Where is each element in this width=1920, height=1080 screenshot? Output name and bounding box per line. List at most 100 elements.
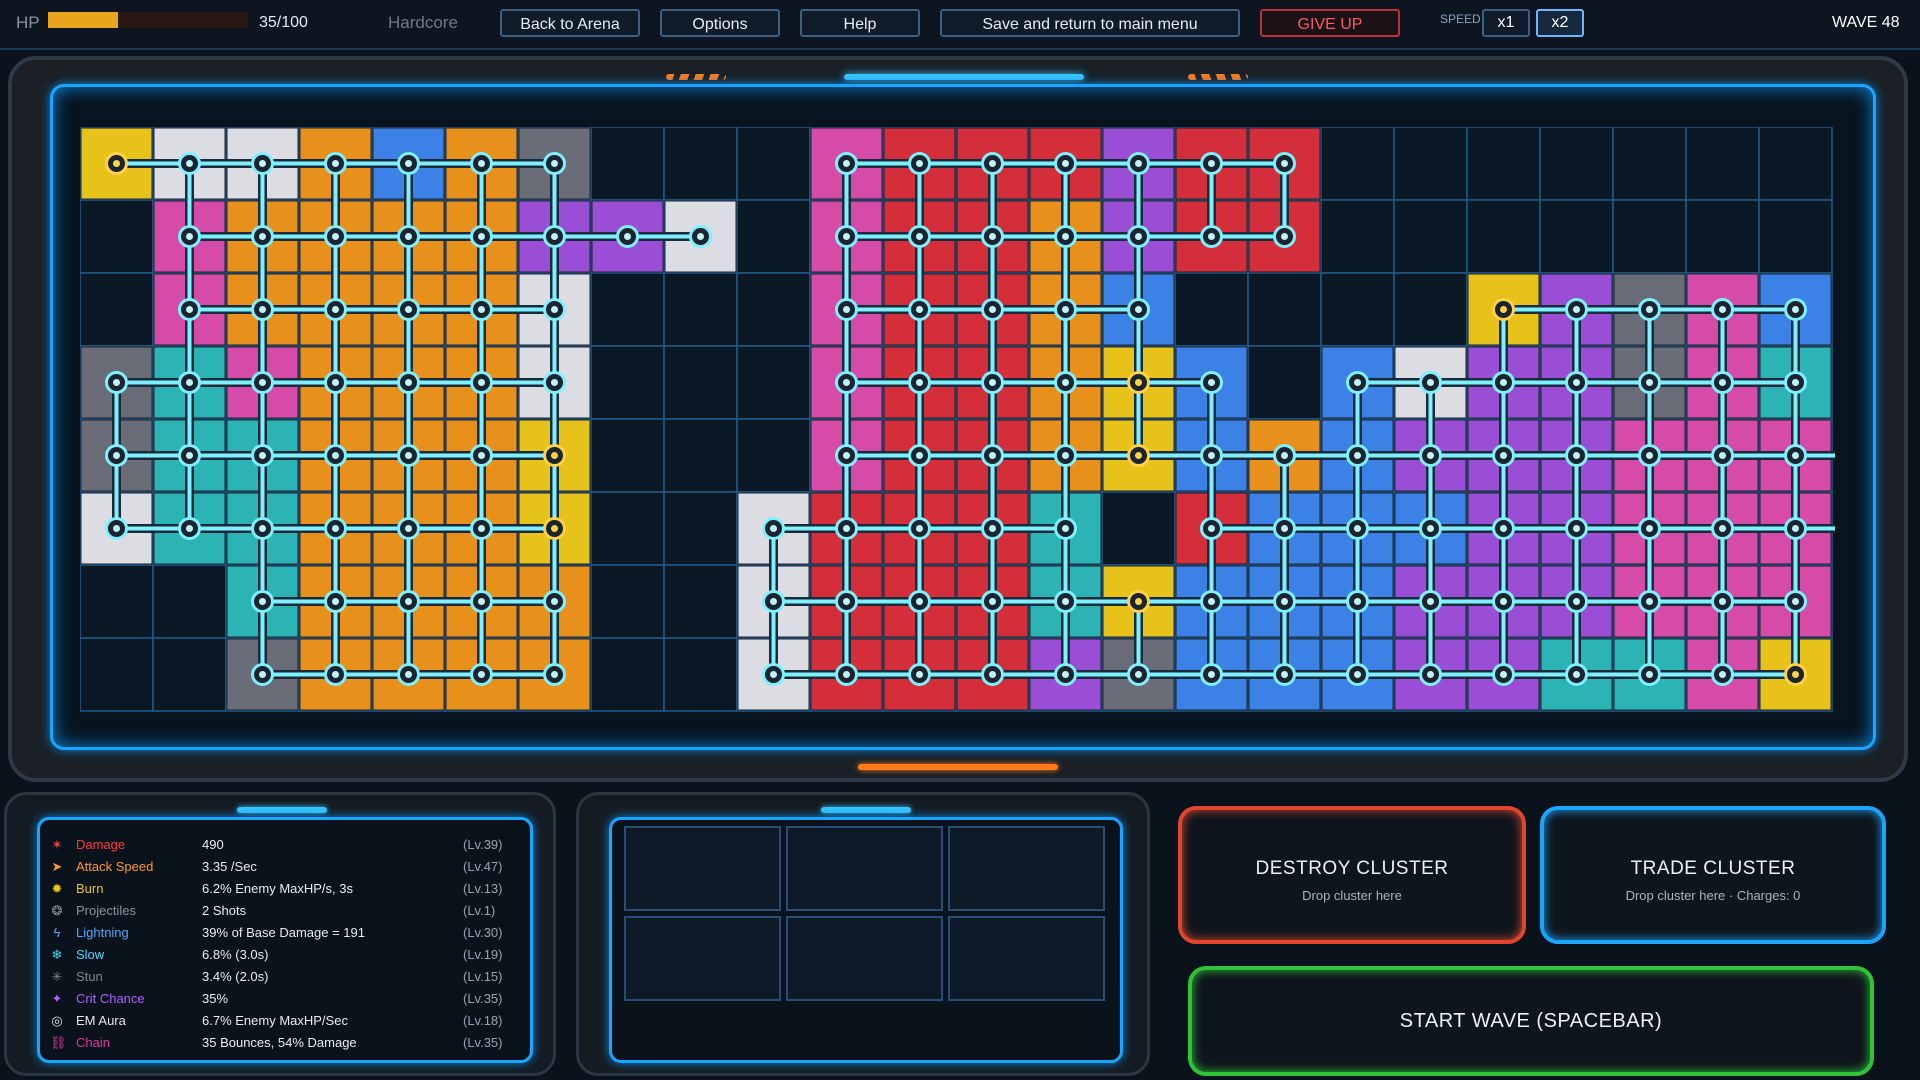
grid-cell[interactable] [1758,199,1833,274]
inventory-slot[interactable] [786,916,943,1001]
grid-cell[interactable] [590,564,665,639]
trade-cluster-dropzone[interactable]: TRADE CLUSTER Drop cluster here · Charge… [1540,806,1886,944]
inventory-slot[interactable] [948,916,1105,1001]
stat-name: Crit Chance [76,991,145,1006]
back-to-arena-button[interactable]: Back to Arena [500,9,640,37]
stat-level: (Lv.13) [463,881,503,896]
tower-node-core [1646,671,1653,678]
grid-cell[interactable] [663,491,738,566]
grid-cell[interactable] [1393,272,1468,347]
tower-node-core [916,525,923,532]
grid-cell[interactable] [1320,127,1395,201]
grid-cell[interactable] [1320,199,1395,274]
grid-cell[interactable] [1393,199,1468,274]
stat-name: Projectiles [76,903,136,918]
grid-cell[interactable] [736,127,811,201]
stun-icon: ✳ [51,969,63,984]
grid-cell[interactable] [1539,127,1614,201]
grid-cell[interactable] [1539,199,1614,274]
grid-cell[interactable] [80,637,154,712]
destroy-cluster-dropzone[interactable]: DESTROY CLUSTER Drop cluster here [1178,806,1526,944]
tower-node-core [332,598,339,605]
tower-node-core [843,379,850,386]
grid-cell[interactable] [663,637,738,712]
stat-value: 6.7% Enemy MaxHP/Sec [202,1013,348,1028]
grid-cell[interactable] [736,199,811,274]
grid-cell[interactable] [1612,199,1687,274]
grid-cell[interactable] [736,272,811,347]
grid-cell[interactable] [663,564,738,639]
stat-row: ✳ Stun 3.4% (2.0s) (Lv.15) [44,966,504,988]
grid-cell[interactable] [1612,127,1687,201]
tower-node-core [1135,671,1142,678]
stat-value: 35 Bounces, 54% Damage [202,1035,357,1050]
grid-cell[interactable] [1101,491,1176,566]
grid-cell[interactable] [590,491,665,566]
stat-value: 490 [202,837,224,852]
grid-cell[interactable] [1685,127,1760,201]
save-and-return-button[interactable]: Save and return to main menu [940,9,1240,37]
inventory-slot[interactable] [786,826,943,911]
speed-label: SPEED [1440,12,1481,26]
grid-cell[interactable] [80,199,154,274]
lightning-icon: ϟ [53,925,61,940]
stat-value: 3.4% (2.0s) [202,969,269,984]
stat-row: ϟ Lightning 39% of Base Damage = 191 (Lv.30… [44,922,504,944]
grid-cell[interactable] [663,127,738,201]
grid-cell[interactable] [736,418,811,493]
tower-node-core [113,379,120,386]
speed-x1-button[interactable]: x1 [1482,9,1530,37]
grid-cell[interactable] [1174,272,1249,347]
grid-cell[interactable] [1758,127,1833,201]
tower-node-core [916,379,923,386]
grid-cell[interactable] [590,345,665,420]
inventory-slot[interactable] [624,826,781,911]
tower-node-core [1281,525,1288,532]
grid-cell[interactable] [1393,127,1468,201]
grid-cell[interactable] [736,345,811,420]
stat-value: 3.35 /Sec [202,859,257,874]
grid-cell[interactable] [1247,272,1322,347]
tower-node-core [1427,379,1434,386]
tower-node-core [478,452,485,459]
inventory-slot[interactable] [624,916,781,1001]
start-wave-button[interactable]: START WAVE (SPACEBAR) [1188,966,1874,1076]
stat-row: ❄ Slow 6.8% (3.0s) (Lv.19) [44,944,504,966]
stat-level: (Lv.47) [463,859,503,874]
grid-cell[interactable] [590,418,665,493]
grid-cell[interactable] [663,418,738,493]
grid-cell[interactable] [590,127,665,201]
grid-cell[interactable] [1320,272,1395,347]
grid-cell[interactable] [1685,199,1760,274]
tower-node-core [1135,306,1142,313]
grid-cell[interactable] [1466,199,1541,274]
grid-cell[interactable] [663,345,738,420]
tower-node-core [989,671,996,678]
grid-cell[interactable] [152,564,227,639]
give-up-button[interactable]: GIVE UP [1260,9,1400,37]
grid-cell[interactable] [590,637,665,712]
tower-node-core [186,160,193,167]
tower-grid[interactable] [80,127,1835,714]
grid-cell[interactable] [80,564,154,639]
grid-cell[interactable] [663,272,738,347]
grid-cell[interactable] [1247,345,1322,420]
help-button[interactable]: Help [800,9,920,37]
tower-node-core [770,598,777,605]
damage-icon: ✶ [51,837,63,852]
tower-node-core [259,160,266,167]
tower-node-core [1792,525,1799,532]
tower-node-core [843,671,850,678]
grid-cell[interactable] [80,272,154,347]
tower-node-core [843,306,850,313]
speed-x2-button[interactable]: x2 [1536,9,1584,37]
options-button[interactable]: Options [660,9,780,37]
grid-cell[interactable] [152,637,227,712]
inventory-slot[interactable] [948,826,1105,911]
grid-cell[interactable] [590,272,665,347]
tower-node-core [843,525,850,532]
tower-node-core [478,379,485,386]
destroy-cluster-title: DESTROY CLUSTER [1255,858,1449,879]
grid-cell[interactable] [1466,127,1541,201]
stat-value: 6.8% (3.0s) [202,947,269,962]
